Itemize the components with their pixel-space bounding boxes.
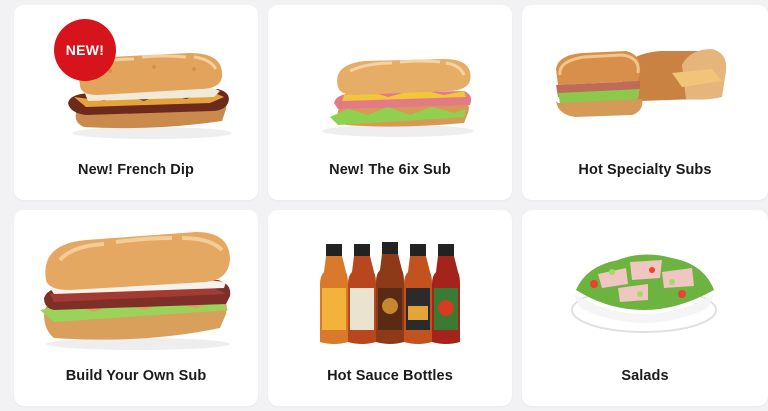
new-badge: NEW! <box>54 19 116 81</box>
menu-category-grid: NEW! New! French Dip New! The 6ix Sub Ho… <box>0 0 768 411</box>
menu-card-build-your-own-sub[interactable]: Build Your Own Sub <box>14 210 258 406</box>
menu-card-french-dip[interactable]: NEW! New! French Dip <box>14 5 258 200</box>
menu-card-salads[interactable]: Salads <box>522 210 768 406</box>
menu-card-label: New! The 6ix Sub <box>329 162 451 178</box>
menu-card-hot-specialty-subs[interactable]: Hot Specialty Subs <box>522 5 768 200</box>
french-dip-sub-image <box>68 53 232 139</box>
salad-image <box>571 254 717 333</box>
specialty-subs-image <box>556 49 727 117</box>
menu-card-label: Salads <box>621 368 669 384</box>
menu-card-label: Hot Specialty Subs <box>578 162 712 178</box>
menu-card-6ix-sub[interactable]: New! The 6ix Sub <box>268 5 512 200</box>
6ix-sub-image <box>322 59 474 137</box>
hot-sauce-bottles-image <box>320 242 460 344</box>
menu-card-label: Build Your Own Sub <box>65 368 207 384</box>
menu-card-label: New! French Dip <box>78 162 194 178</box>
menu-card-label: Hot Sauce Bottles <box>327 368 453 384</box>
build-your-own-sub-image <box>40 232 231 350</box>
menu-card-hot-sauce-bottles[interactable]: Hot Sauce Bottles <box>268 210 512 406</box>
